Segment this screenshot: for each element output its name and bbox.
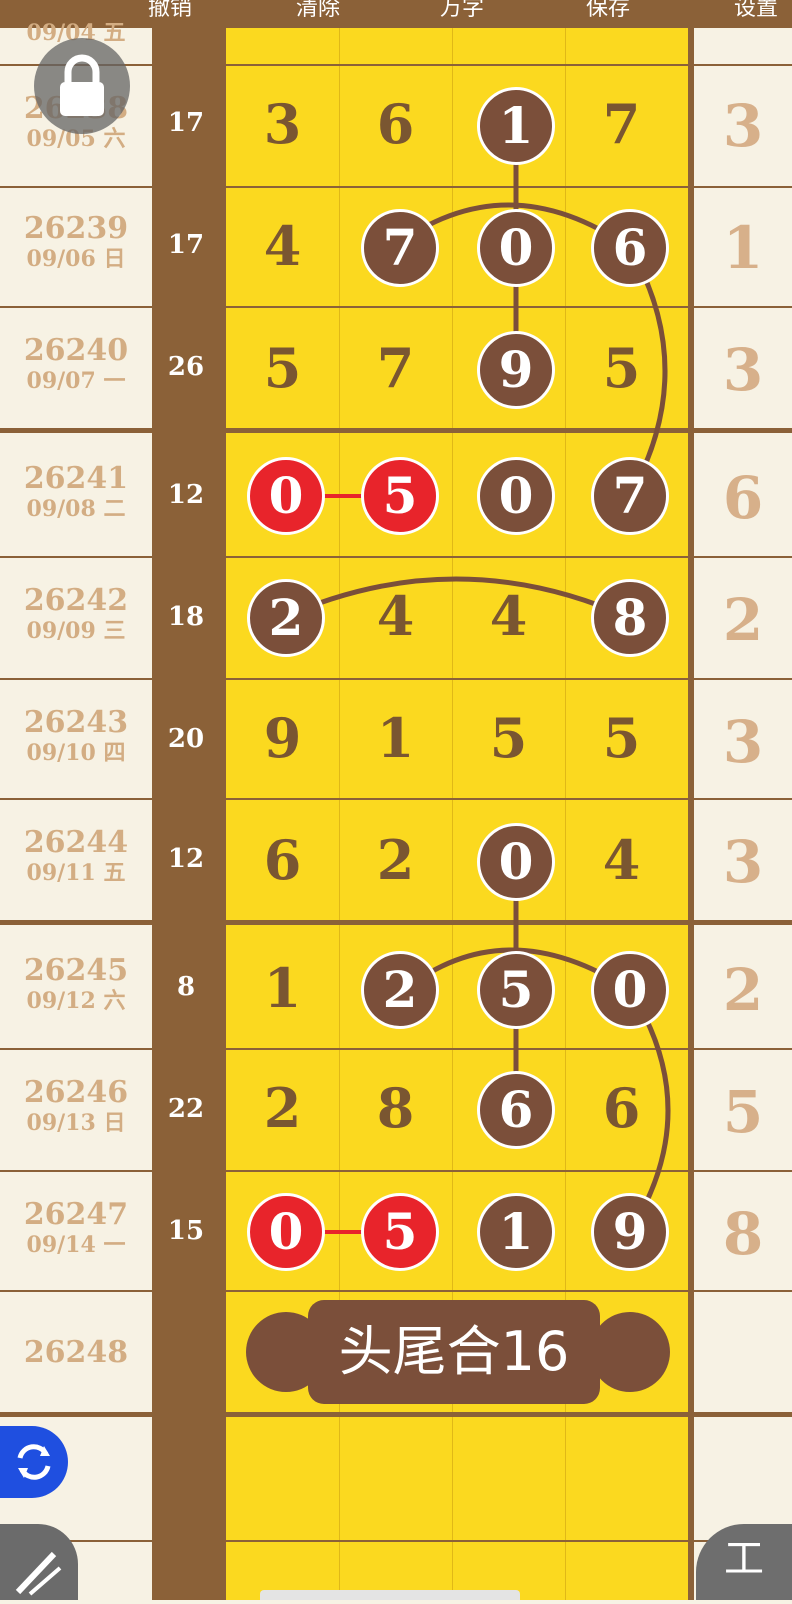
digit-ball-red[interactable]: 0 [247,1193,325,1271]
right-value: 5 [722,1078,764,1146]
right-value: 3 [722,708,764,776]
digit-ball[interactable]: 2 [361,951,439,1029]
digit-ball[interactable]: 8 [591,579,669,657]
row-divider [0,1540,792,1542]
row-sum: 20 [167,724,205,754]
digit-ball[interactable]: 1 [477,87,555,165]
row-sum: 22 [167,1094,205,1124]
sum-column: 17 17 26 12 18 20 12 8 22 15 [152,28,220,1600]
clear-button[interactable]: 清除 [296,0,340,22]
undo-button[interactable]: 撤销 [148,0,192,22]
group-divider [0,1412,792,1417]
row-divider [0,556,792,558]
issue-label: 26247 09/14 一 [23,1197,129,1259]
right-value: 8 [722,1200,764,1268]
row-divider [0,1290,792,1292]
row-divider [0,678,792,680]
group-divider [0,920,792,925]
digit-cell[interactable]: 9 [226,706,339,770]
digit-ball[interactable]: 9 [477,331,555,409]
digit-cell[interactable]: 3 [226,92,339,156]
row-divider [0,186,792,188]
digit-cell[interactable]: 7 [339,336,452,400]
row-divider [0,1170,792,1172]
digit-cell[interactable]: 8 [339,1076,452,1140]
digit-ball[interactable]: 0 [477,823,555,901]
digit-cell[interactable]: 6 [339,92,452,156]
digit-ball[interactable]: 9 [591,1193,669,1271]
right-value: 3 [722,336,764,404]
digit-cell[interactable]: 2 [339,828,452,892]
group-divider [0,428,792,433]
digit-ball[interactable]: 1 [477,1193,555,1271]
digit-cell[interactable]: 5 [226,336,339,400]
digit-ball[interactable]: 5 [477,951,555,1029]
thousand-button[interactable]: 万字 [440,0,484,22]
home-indicator [260,1590,520,1600]
row-sum: 26 [167,352,205,382]
digit-cell[interactable]: 5 [452,706,565,770]
digit-cell[interactable]: 6 [565,1076,678,1140]
right-value: 3 [722,92,764,160]
digit-cell[interactable]: 5 [565,336,678,400]
next-issue-label: 26248 [23,1335,129,1370]
tool-glyph: 工 [724,1536,764,1582]
digit-cell[interactable]: 7 [565,92,678,156]
row-sum: 17 [167,108,205,138]
issue-label: 26246 09/13 日 [23,1075,129,1137]
digit-ball[interactable]: 0 [477,457,555,535]
issue-label: 26244 09/11 五 [23,825,129,887]
row-sum: 12 [167,844,205,874]
row-sum: 18 [167,602,205,632]
pen-icon [15,1551,62,1596]
right-value: 6 [722,464,764,532]
digit-cell[interactable]: 4 [565,828,678,892]
issue-label: 26240 09/07 一 [23,333,129,395]
digit-ball[interactable]: 0 [477,209,555,287]
issue-label: 26242 09/09 三 [23,583,129,645]
issue-label: 26239 09/06 日 [23,211,129,273]
digit-ball-red[interactable]: 5 [361,1193,439,1271]
row-sum: 15 [167,1216,205,1246]
lock-icon [60,54,104,116]
right-value: 3 [722,828,764,896]
right-value: 1 [722,214,764,282]
digit-ball[interactable]: 7 [361,209,439,287]
digit-cell[interactable]: 1 [339,706,452,770]
right-value: 2 [722,956,764,1024]
issue-label: 26245 09/12 六 [23,953,129,1015]
digit-cell[interactable]: 4 [339,584,452,648]
digit-cell[interactable]: 6 [226,828,339,892]
digit-cell[interactable]: 2 [226,1076,339,1140]
digit-cell[interactable]: 5 [565,706,678,770]
issue-label: 26241 09/08 二 [23,461,129,523]
save-button[interactable]: 保存 [586,0,630,22]
row-divider [0,306,792,308]
edit-button[interactable] [0,1524,78,1600]
right-value: 2 [722,586,764,654]
digit-ball[interactable]: 6 [591,209,669,287]
digit-ball-red[interactable]: 5 [361,457,439,535]
refresh-button[interactable] [0,1426,68,1498]
digit-ball[interactable]: 2 [247,579,325,657]
settings-button[interactable]: 设置 [734,0,778,22]
right-value-column: 3 1 3 6 2 3 3 2 5 8 [694,28,792,1600]
prediction-badge: 头尾合16 [308,1300,600,1404]
digit-ball[interactable]: 0 [591,951,669,1029]
digit-cell[interactable]: 4 [226,214,339,278]
digit-cell[interactable]: 1 [226,956,339,1020]
placeholder-ball[interactable] [590,1312,670,1392]
row-sum: 8 [176,972,196,1002]
digit-cell[interactable]: 4 [452,584,565,648]
digit-ball[interactable]: 6 [477,1071,555,1149]
lock-button[interactable] [34,38,130,134]
digit-ball[interactable]: 7 [591,457,669,535]
row-sum: 17 [167,230,205,260]
row-sum: 12 [167,480,205,510]
issue-label: 26243 09/10 四 [23,705,129,767]
digit-ball-red[interactable]: 0 [247,457,325,535]
row-divider [0,1048,792,1050]
row-divider [0,798,792,800]
refresh-icon [17,1444,51,1480]
